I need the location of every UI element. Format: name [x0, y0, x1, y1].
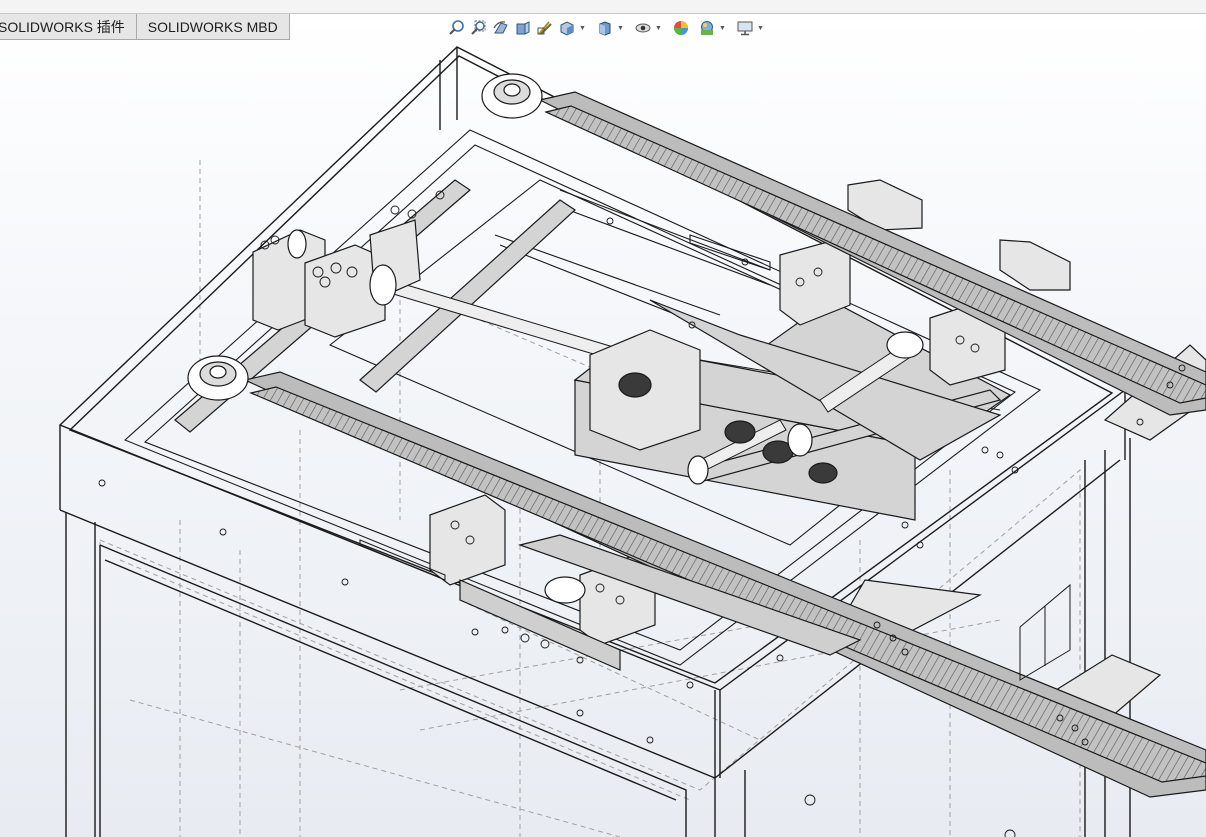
- display-style-dropdown-icon[interactable]: ▼: [616, 17, 625, 39]
- hide-show-items-dropdown-icon[interactable]: ▼: [654, 17, 663, 39]
- view-settings-dropdown-icon[interactable]: ▼: [756, 17, 765, 39]
- command-manager-tabs: SOLIDWORKS 插件 SOLIDWORKS MBD: [0, 14, 290, 40]
- dynamic-annotation-views-icon[interactable]: [534, 17, 556, 39]
- window-top-strip: [0, 0, 1206, 14]
- display-style-icon[interactable]: [594, 17, 616, 39]
- apply-scene-dropdown-icon[interactable]: ▼: [718, 17, 727, 39]
- apply-scene-icon[interactable]: [696, 17, 718, 39]
- zoom-to-fit-icon[interactable]: [446, 17, 468, 39]
- heads-up-view-toolbar: ▼ ▼ ▼ ▼ ▼: [446, 17, 772, 39]
- previous-view-icon[interactable]: [490, 17, 512, 39]
- solidworks-window: SOLIDWORKS 插件 SOLIDWORKS MBD ▼ ▼ ▼ ▼ ▼: [0, 0, 1206, 837]
- view-orientation-icon[interactable]: [556, 17, 578, 39]
- tab-solidworks-add-ins[interactable]: SOLIDWORKS 插件: [0, 14, 137, 40]
- assembly-model[interactable]: [0, 14, 1206, 837]
- zoom-to-area-icon[interactable]: [468, 17, 490, 39]
- hide-show-items-icon[interactable]: [632, 17, 654, 39]
- view-settings-icon[interactable]: [734, 17, 756, 39]
- edit-appearance-icon[interactable]: [670, 17, 692, 39]
- view-orientation-dropdown-icon[interactable]: ▼: [578, 17, 587, 39]
- tab-solidworks-mbd[interactable]: SOLIDWORKS MBD: [136, 14, 290, 40]
- graphics-area[interactable]: [0, 14, 1206, 837]
- section-view-icon[interactable]: [512, 17, 534, 39]
